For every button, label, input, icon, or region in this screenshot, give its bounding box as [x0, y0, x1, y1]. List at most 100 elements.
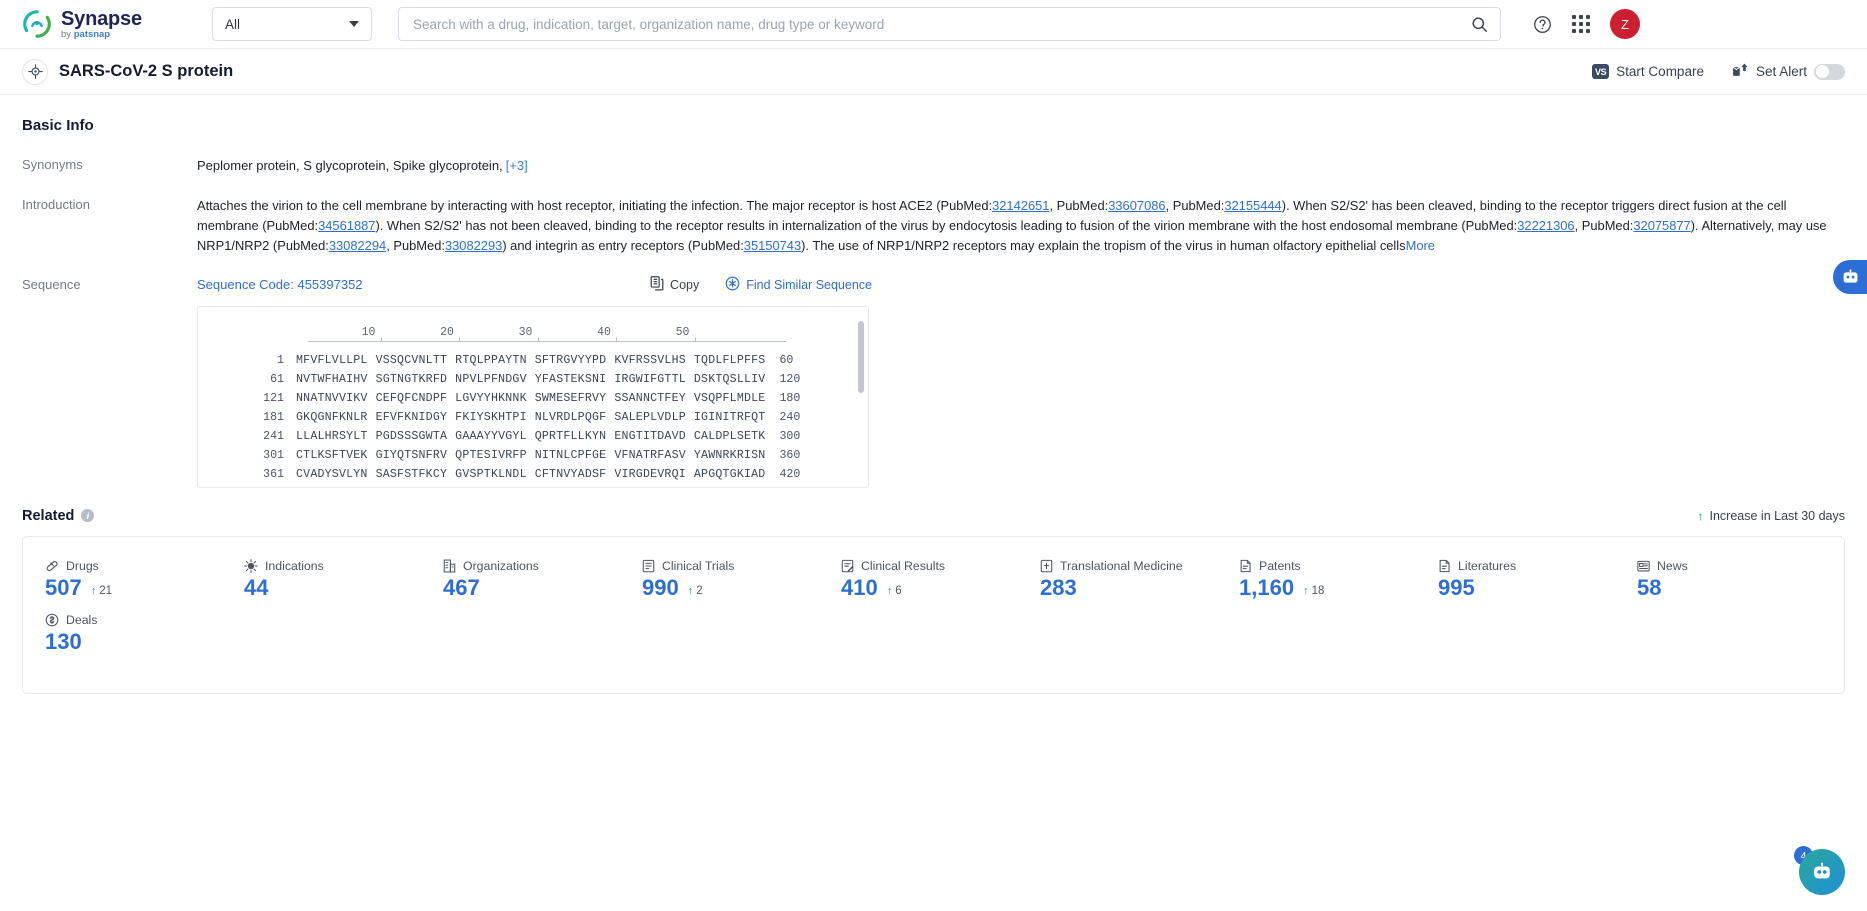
- sequence-block: FKIYSKHTPI: [455, 410, 527, 424]
- stat-value[interactable]: 130: [45, 630, 82, 653]
- related-stat-organizations[interactable]: Organizations 467: [421, 559, 620, 599]
- stat-delta: ↑ 2: [688, 585, 703, 599]
- related-stat-clinical-results[interactable]: Clinical Results 410 ↑ 6: [819, 559, 1018, 599]
- pubmed-link[interactable]: 32155444: [1224, 198, 1281, 213]
- sequence-block: VIRGDEVRQI: [614, 467, 686, 481]
- increase-legend-label: Increase in Last 30 days: [1709, 508, 1846, 523]
- increase-legend: ↑ Increase in Last 30 days: [1698, 509, 1846, 523]
- global-search[interactable]: [398, 7, 1501, 41]
- pubmed-link[interactable]: 33082294: [329, 238, 386, 253]
- chat-assistant-icon[interactable]: [1833, 260, 1867, 294]
- find-similar-sequence-button[interactable]: Find Similar Sequence: [725, 276, 872, 294]
- up-arrow-icon: ↑: [1303, 584, 1309, 597]
- search-input[interactable]: [413, 16, 1471, 32]
- related-stat-translational-medicine[interactable]: Translational Medicine 283: [1018, 559, 1217, 599]
- search-icon[interactable]: [1471, 16, 1488, 33]
- sequence-line: 1 MFVFLVLLPL VSSQCVNLTT RTQLPPAYTN SFTRGVYYP…: [216, 351, 868, 370]
- related-stat-news[interactable]: News 58: [1615, 559, 1814, 599]
- sequence-line: 301 CTLKSFTVEK GIYQTSNFRV QPTESIVRFP NITNLCP…: [216, 446, 868, 465]
- stat-value[interactable]: 995: [1438, 576, 1475, 599]
- ai-assistant-icon[interactable]: [1799, 849, 1845, 895]
- stat-value-row: 410 ↑ 6: [841, 576, 1018, 599]
- stat-value[interactable]: 410: [841, 576, 878, 599]
- stat-delta-value: 6: [895, 584, 902, 597]
- logo-title: Synapse: [61, 7, 142, 30]
- synapse-logo-icon: [22, 9, 52, 39]
- related-stat-clinical-trials[interactable]: Clinical Trials 990 ↑ 2: [620, 559, 819, 599]
- pubmed-link[interactable]: 34561887: [318, 218, 375, 233]
- sequence-viewer[interactable]: 10 20 30 40 50 1 MFVFLVLLPL VSSQCVNLTT RTQLPPAY…: [197, 305, 869, 488]
- question-circle-icon[interactable]: [1533, 15, 1552, 34]
- stat-value[interactable]: 58: [1637, 576, 1661, 599]
- sequence-block: GIYQTSNFRV: [375, 448, 448, 462]
- up-arrow-icon: ↑: [1697, 508, 1704, 523]
- synonyms-label: Synonyms: [22, 157, 83, 172]
- sequence-block: SWMESEFRVY: [534, 391, 607, 405]
- sequence-ruler: 10 20 30 40 50: [216, 319, 868, 339]
- stat-delta: ↑ 6: [887, 585, 902, 599]
- pubmed-link[interactable]: 33082293: [445, 238, 502, 253]
- pubmed-link[interactable]: 32075877: [1633, 218, 1690, 233]
- introduction-row: Introduction Attaches the virion to the …: [22, 196, 1845, 256]
- introduction-body: Attaches the virion to the cell membrane…: [197, 196, 1845, 256]
- sequence-scrollbar[interactable]: [858, 320, 864, 393]
- start-compare-label: Start Compare: [1616, 64, 1704, 79]
- stat-label: Indications: [265, 558, 324, 573]
- sequence-body: Sequence Code: 455397352 Copy Find Simil…: [197, 275, 1845, 488]
- set-alert-toggle[interactable]: [1814, 63, 1845, 80]
- sequence-block: NNATNVVIKV: [296, 391, 368, 405]
- stat-header: Literatures: [1438, 559, 1615, 573]
- introduction-fragment: ). When S2/S2' has not been cleaved, bin…: [375, 217, 1518, 233]
- info-icon[interactable]: i: [81, 509, 95, 522]
- stat-value[interactable]: 283: [1040, 576, 1077, 599]
- sequence-residue-blocks: LLALHRSYLT PGDSSSGWTA GAAAYYVGYL QPRTFLLKYN…: [296, 430, 765, 443]
- stat-value[interactable]: 507: [45, 576, 82, 599]
- pubmed-link[interactable]: 33607086: [1108, 198, 1165, 213]
- sequence-end-index: 300: [779, 429, 801, 443]
- introduction-fragment: , PubMed:: [386, 237, 445, 253]
- pubmed-link[interactable]: 32221306: [1517, 218, 1574, 233]
- stat-label: Organizations: [463, 558, 539, 573]
- stat-label: Clinical Results: [861, 558, 946, 573]
- ruler-tick-label: 50: [675, 325, 690, 339]
- user-avatar[interactable]: Z: [1610, 9, 1640, 39]
- related-stat-patents[interactable]: Patents 1,160 ↑ 18: [1217, 559, 1416, 599]
- brand-logo[interactable]: Synapse by patsnap: [22, 9, 182, 40]
- sequence-block: SFTRGVYYPD: [534, 353, 607, 367]
- stat-value[interactable]: 467: [443, 576, 480, 599]
- set-alert-control[interactable]: Set Alert: [1732, 63, 1845, 80]
- sequence-block: ENGTITDAVD: [614, 429, 686, 443]
- introduction-more-link[interactable]: More: [1406, 238, 1435, 253]
- logo-sub-brand: patsnap: [73, 28, 111, 40]
- sequence-lines: 1 MFVFLVLLPL VSSQCVNLTT RTQLPPAYTN SFTRGVYYP…: [216, 351, 868, 484]
- synonyms-more-link[interactable]: [+3]: [506, 158, 528, 173]
- related-stats-grid: Drugs 507 ↑ 21 Indications 44 Organizations 467…: [23, 559, 1844, 667]
- search-scope-select[interactable]: All: [212, 7, 372, 41]
- sequence-code-link[interactable]: Sequence Code: 455397352: [197, 277, 363, 292]
- introduction-label: Introduction: [22, 196, 90, 212]
- related-stat-deals[interactable]: Deals 130: [23, 613, 222, 653]
- sequence-residue-blocks: CTLKSFTVEK GIYQTSNFRV QPTESIVRFP NITNLCPFGE…: [296, 449, 765, 462]
- sequence-content: 10 20 30 40 50 1 MFVFLVLLPL VSSQCVNLTT RTQLPPAY…: [198, 319, 868, 484]
- grid-apps-icon[interactable]: [1572, 15, 1590, 33]
- introduction-fragment: , PubMed:: [1049, 197, 1109, 213]
- related-stat-drugs[interactable]: Drugs 507 ↑ 21: [23, 559, 222, 599]
- page-content: Basic Info Synonyms Peplomer protein, S …: [0, 95, 1867, 694]
- related-stat-indications[interactable]: Indications 44: [222, 559, 421, 599]
- stat-value[interactable]: 990: [642, 576, 679, 599]
- stat-header: Clinical Trials: [642, 559, 819, 573]
- stat-value[interactable]: 44: [244, 576, 268, 599]
- sequence-block: EFVFKNIDGY: [375, 410, 448, 424]
- synonyms-value: Peplomer protein, S glycoprotein, Spike …: [197, 158, 503, 173]
- related-stat-literatures[interactable]: Literatures 995: [1416, 559, 1615, 599]
- stat-value[interactable]: 1,160: [1239, 576, 1294, 599]
- pubmed-link[interactable]: 32142651: [992, 198, 1049, 213]
- results-icon: [841, 559, 854, 573]
- introduction-fragment: ) and integrin as entry receptors (PubMe…: [502, 237, 744, 253]
- pubmed-link[interactable]: 35150743: [744, 238, 801, 253]
- sequence-block: SSANNCTFEY: [614, 391, 686, 405]
- copy-sequence-button[interactable]: Copy: [650, 275, 699, 294]
- sequence-residue-blocks: NNATNVVIKV CEFQFCNDPF LGVYYHKNNK SWMESEFRVY…: [296, 392, 765, 405]
- introduction-text: Attaches the virion to the cell membrane…: [197, 196, 1845, 256]
- start-compare-button[interactable]: VS Start Compare: [1592, 64, 1704, 79]
